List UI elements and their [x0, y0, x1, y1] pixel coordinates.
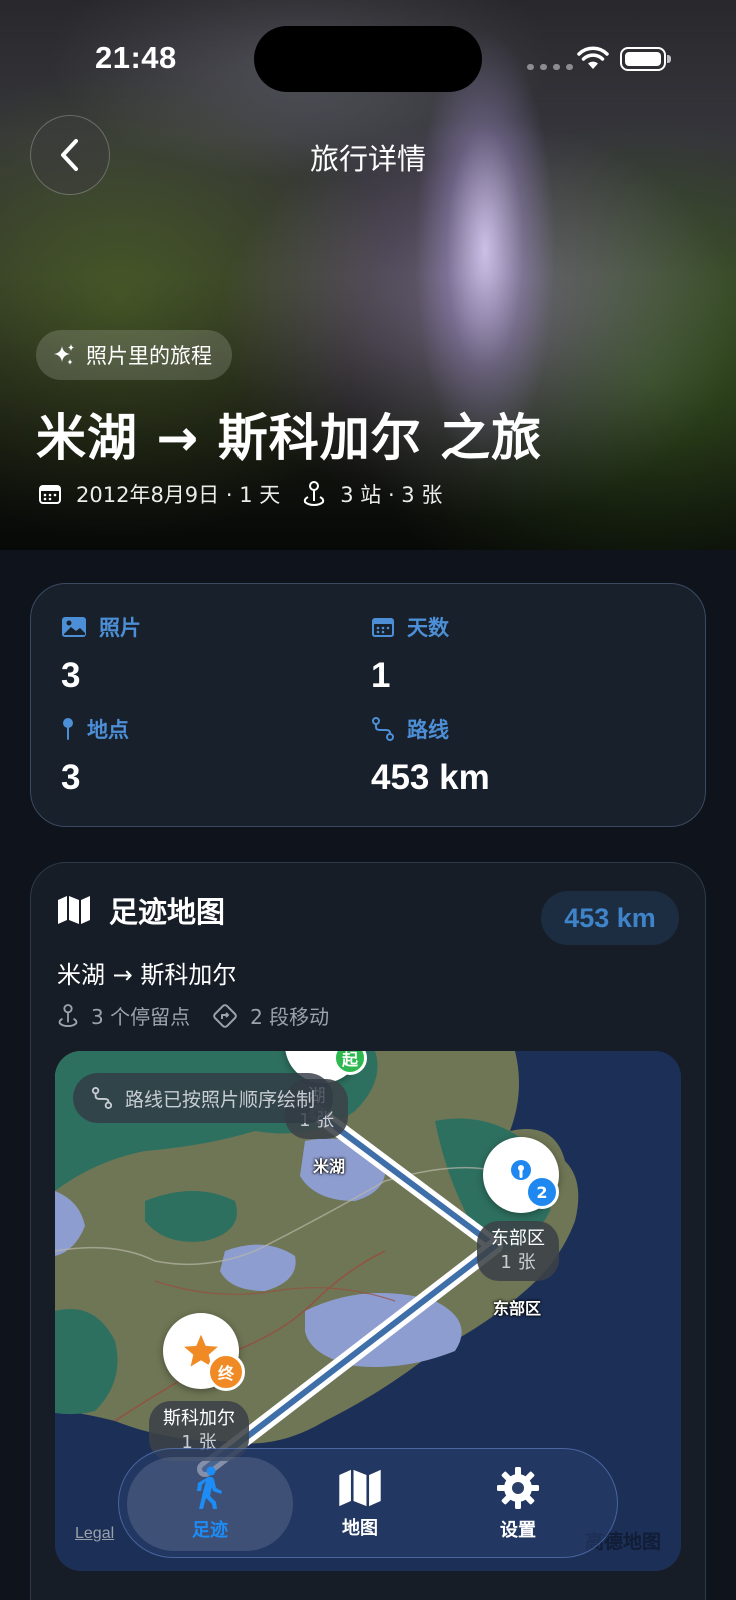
wifi-icon [577, 46, 609, 69]
calendar-icon [372, 618, 394, 637]
route-note: 路线已按照片顺序绘制 [73, 1073, 334, 1123]
trip-date: 2012年8月9日 · 1 天 [76, 483, 281, 507]
place-label-east: 东部区 [493, 1299, 542, 1318]
stop-count: 3 个停留点 [91, 1005, 191, 1029]
stat-route-label: 路线 [407, 718, 449, 742]
walking-icon [197, 1466, 222, 1509]
stat-photos-value: 3 [61, 656, 81, 695]
end-marker-name: 斯科加尔 [163, 1408, 235, 1429]
battery-icon [620, 47, 671, 71]
journey-chip: 照片里的旅程 [36, 330, 232, 380]
route-icon [91, 1087, 113, 1109]
trip-stops: 3 站 · 3 张 [340, 483, 443, 507]
map-icon [339, 1469, 381, 1507]
route-note-text: 路线已按照片顺序绘制 [125, 1088, 316, 1111]
tab-map-label: 地图 [342, 1518, 378, 1539]
stat-route: 路线 453 km [371, 714, 490, 798]
directions-icon [213, 1003, 237, 1028]
calendar-icon [39, 485, 61, 504]
tab-map[interactable]: 地图 [295, 1457, 425, 1551]
stat-days-value: 1 [371, 656, 391, 695]
dynamic-island [254, 26, 482, 92]
page-title: 旅行详情 [309, 142, 426, 176]
route-name: 米湖 → 斯科加尔 [57, 961, 237, 989]
stop-2-name: 东部区 [491, 1228, 545, 1249]
stat-days: 天数 1 [371, 612, 449, 696]
gear-icon [497, 1467, 539, 1509]
place-label-mihu: 米湖 [313, 1157, 346, 1176]
stat-route-value: 453 km [371, 758, 490, 797]
stat-photos-label: 照片 [99, 616, 141, 640]
stop-pin-icon [304, 481, 325, 507]
pin-icon [63, 718, 73, 740]
map-icon [58, 896, 90, 924]
footprint-map-header: 足迹地图 [57, 889, 225, 931]
stop-2-count: 1 张 [500, 1252, 536, 1273]
stat-days-label: 天数 [407, 616, 449, 640]
stat-places-label: 地点 [87, 718, 129, 742]
stop-2-label: 东部区 1 张 [477, 1221, 559, 1281]
tab-footprint-label: 足迹 [192, 1520, 228, 1541]
stat-places-value: 3 [61, 758, 81, 797]
route-meta: 3 个停留点 2 段移动 [57, 1001, 329, 1030]
stat-places: 地点 3 [61, 714, 129, 798]
journey-chip-label: 照片里的旅程 [86, 344, 212, 368]
tab-bar: 足迹 地图 设置 [118, 1448, 618, 1558]
legal-link[interactable]: Legal [75, 1525, 114, 1543]
photo-icon [62, 617, 86, 637]
end-badge: 终 [207, 1353, 245, 1391]
segment-count: 2 段移动 [250, 1005, 330, 1029]
stop-2-badge: 2 [525, 1175, 559, 1209]
stop-pin-icon [58, 1003, 78, 1027]
sparkles-icon [54, 344, 74, 365]
tab-settings[interactable]: 设置 [453, 1457, 583, 1551]
stats-card: 照片 3 天数 1 地点 3 路线 453 km [30, 583, 706, 827]
trip-meta: 2012年8月9日 · 1 天 3 站 · 3 张 [38, 479, 442, 509]
tab-settings-label: 设置 [500, 1520, 536, 1541]
status-time: 21:48 [95, 40, 177, 75]
stat-photos: 照片 3 [61, 612, 141, 696]
cellular-signal-icon [527, 64, 573, 70]
trip-title: 米湖 → 斯科加尔 之旅 [36, 409, 543, 467]
footprint-map-title: 足迹地图 [109, 895, 226, 929]
route-icon [372, 717, 394, 741]
tab-footprint[interactable]: 足迹 [127, 1457, 293, 1551]
hero-header: 21:48 旅行详情 照片里的旅程 米湖 → 斯科加尔 之旅 2012年8月9日… [0, 0, 736, 550]
distance-badge: 453 km [541, 891, 679, 945]
